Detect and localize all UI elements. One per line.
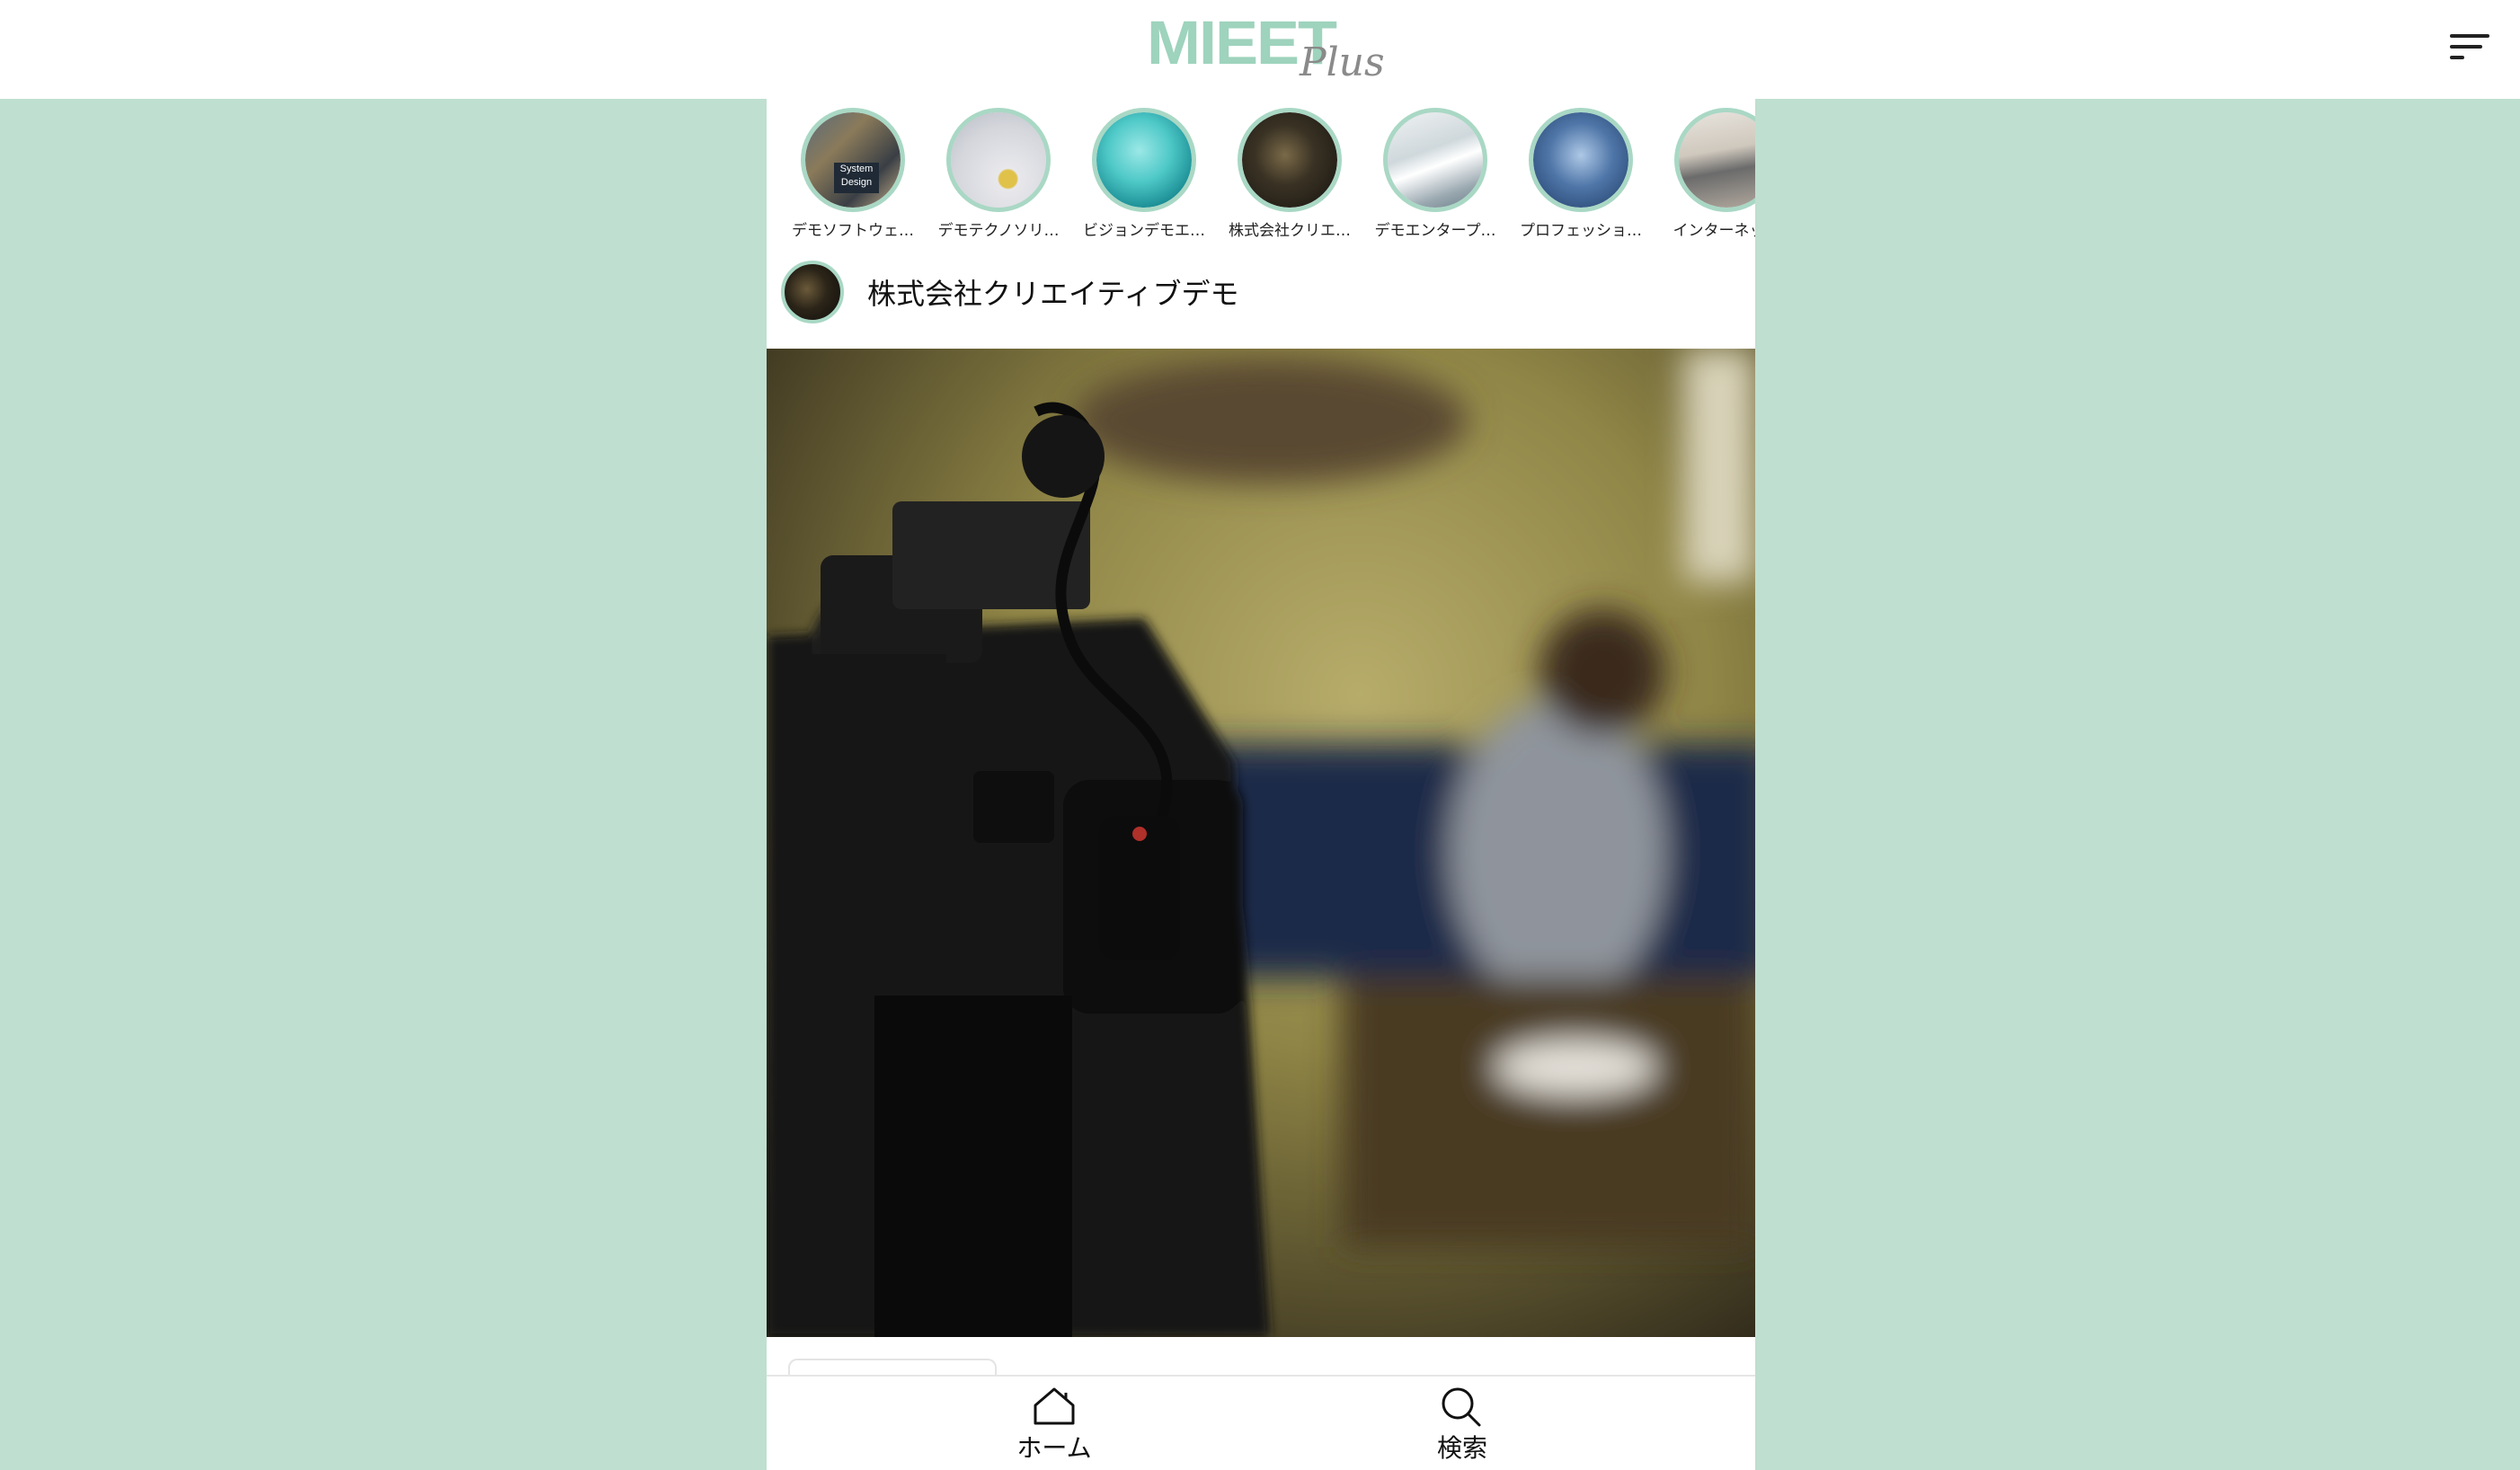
camera-photo: [767, 349, 1755, 1337]
feed-panel: System Design デモソフトウェ… デモテクノソリ… ビジョンデモエ… …: [767, 99, 1755, 1470]
post-image[interactable]: [767, 349, 1755, 1337]
hamburger-menu-icon[interactable]: [2445, 29, 2498, 65]
home-icon: [1034, 1387, 1075, 1425]
mieet-plus-logo[interactable]: MIEET Plus: [1147, 13, 1385, 85]
story-item[interactable]: 株式会社クリエ…: [1227, 108, 1353, 240]
search-icon: [1442, 1387, 1481, 1427]
story-avatar: [1092, 108, 1196, 212]
story-avatar: [1238, 108, 1342, 212]
story-item[interactable]: デモテクノソリ…: [936, 108, 1061, 240]
nav-home-label: ホーム: [1016, 1433, 1092, 1463]
company-stories-row[interactable]: System Design デモソフトウェ… デモテクノソリ… ビジョンデモエ… …: [767, 99, 1755, 243]
app-header: MIEET Plus: [0, 0, 2520, 99]
nav-search-label: 検索: [1436, 1433, 1487, 1463]
story-label: デモテクノソリ…: [937, 222, 1060, 240]
post-header: 株式会社クリエイティブデモ: [767, 252, 1755, 332]
story-avatar: [1383, 108, 1487, 212]
bottom-navigation: ホーム 検索: [767, 1375, 1755, 1470]
story-label: ビジョンデモエ…: [1083, 222, 1205, 240]
story-item[interactable]: デモエンタープ…: [1372, 108, 1498, 240]
story-label: インターネット: [1673, 222, 1756, 240]
story-avatar: [946, 108, 1051, 212]
story-label: デモソフトウェ…: [792, 222, 914, 240]
company-avatar[interactable]: [781, 261, 844, 323]
nav-home-button[interactable]: ホーム: [991, 1386, 1117, 1470]
story-label: 株式会社クリエ…: [1229, 222, 1351, 240]
story-item[interactable]: プロフェッショ…: [1518, 108, 1644, 240]
story-label: デモエンタープ…: [1374, 222, 1496, 240]
logo-sub-text: Plus: [1300, 40, 1385, 85]
story-item[interactable]: ビジョンデモエ…: [1081, 108, 1207, 240]
story-avatar: System Design: [801, 108, 905, 212]
story-item[interactable]: インターネット: [1664, 108, 1755, 240]
story-label: プロフェッショ…: [1520, 222, 1642, 240]
system-design-sign: System Design: [834, 163, 879, 193]
company-name[interactable]: 株式会社クリエイティブデモ: [867, 271, 1238, 313]
story-avatar: [1529, 108, 1633, 212]
story-avatar: [1674, 108, 1755, 212]
story-item[interactable]: System Design デモソフトウェ…: [790, 108, 916, 240]
nav-search-button[interactable]: 検索: [1399, 1386, 1525, 1470]
